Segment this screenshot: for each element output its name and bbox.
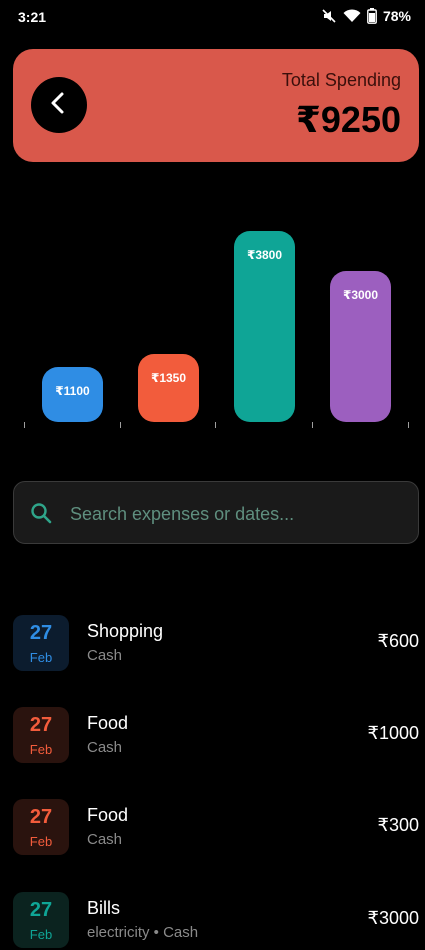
expense-payment-method: Cash [87, 739, 123, 756]
wifi-icon [343, 9, 361, 23]
expense-category: Food [87, 805, 129, 825]
expense-payment-method: Cash [87, 647, 123, 664]
date-month: Feb [29, 834, 53, 849]
date-month: Feb [29, 927, 53, 942]
chart-bar[interactable]: ₹3000 [330, 271, 391, 422]
date-chip: 27 Feb [13, 892, 69, 948]
spending-bar-chart: ₹1100 ₹1350 ₹3800 ₹3000 [0, 190, 425, 435]
chart-axis-tick [120, 422, 121, 428]
battery-icon [367, 8, 377, 24]
date-month: Feb [29, 650, 53, 665]
expense-list-item[interactable]: 27 Feb Shopping Cash ₹600 [13, 615, 419, 673]
expense-category: Food [87, 713, 129, 733]
chart-bar[interactable]: ₹1100 [42, 367, 103, 422]
date-month: Feb [29, 742, 53, 757]
date-chip: 27 Feb [13, 615, 69, 671]
expense-payment-method: electricity • Cash [87, 924, 199, 941]
search-icon [30, 502, 52, 529]
chart-axis-tick [408, 422, 409, 428]
date-day: 27 [29, 806, 53, 828]
chart-axis-tick [312, 422, 313, 428]
back-button[interactable] [31, 77, 87, 133]
date-day: 27 [29, 622, 53, 644]
date-day: 27 [29, 899, 53, 921]
total-spending-amount: ₹9250 [295, 99, 401, 140]
expense-amount: ₹3000 [367, 908, 420, 928]
chart-bar-label: ₹3800 [246, 248, 283, 262]
expense-amount: ₹1000 [367, 723, 420, 743]
expense-list-item[interactable]: 27 Feb Bills electricity • Cash ₹3000 [13, 892, 419, 950]
expense-payment-method: Cash [87, 831, 123, 848]
status-icons: 78% [321, 8, 411, 24]
chart-bar[interactable]: ₹1350 [138, 354, 199, 422]
chevron-left-icon [47, 91, 71, 120]
expense-category: Bills [87, 898, 121, 918]
chart-bar-label: ₹1100 [55, 384, 90, 398]
expense-amount: ₹300 [377, 815, 419, 835]
battery-percent: 78% [382, 8, 411, 24]
status-time: 3:21 [18, 9, 47, 25]
status-bar: 3:21 78% [0, 0, 425, 36]
chart-bar-label: ₹1350 [150, 371, 187, 385]
chart-axis-tick [215, 422, 216, 428]
expense-amount: ₹600 [377, 631, 419, 651]
expense-category: Shopping [87, 621, 164, 641]
date-chip: 27 Feb [13, 707, 69, 763]
search-input[interactable] [68, 500, 402, 528]
total-spending-label: Total Spending [281, 70, 401, 90]
mute-icon [321, 8, 337, 24]
chart-bar-label: ₹3000 [342, 288, 379, 302]
search-field[interactable] [13, 481, 419, 544]
expense-list-item[interactable]: 27 Feb Food Cash ₹1000 [13, 707, 419, 765]
chart-axis-tick [24, 422, 25, 428]
date-day: 27 [29, 714, 53, 736]
date-chip: 27 Feb [13, 799, 69, 855]
total-spending-card: Total Spending ₹9250 [13, 49, 419, 162]
expense-list-item[interactable]: 27 Feb Food Cash ₹300 [13, 799, 419, 857]
chart-bar[interactable]: ₹3800 [234, 231, 295, 422]
